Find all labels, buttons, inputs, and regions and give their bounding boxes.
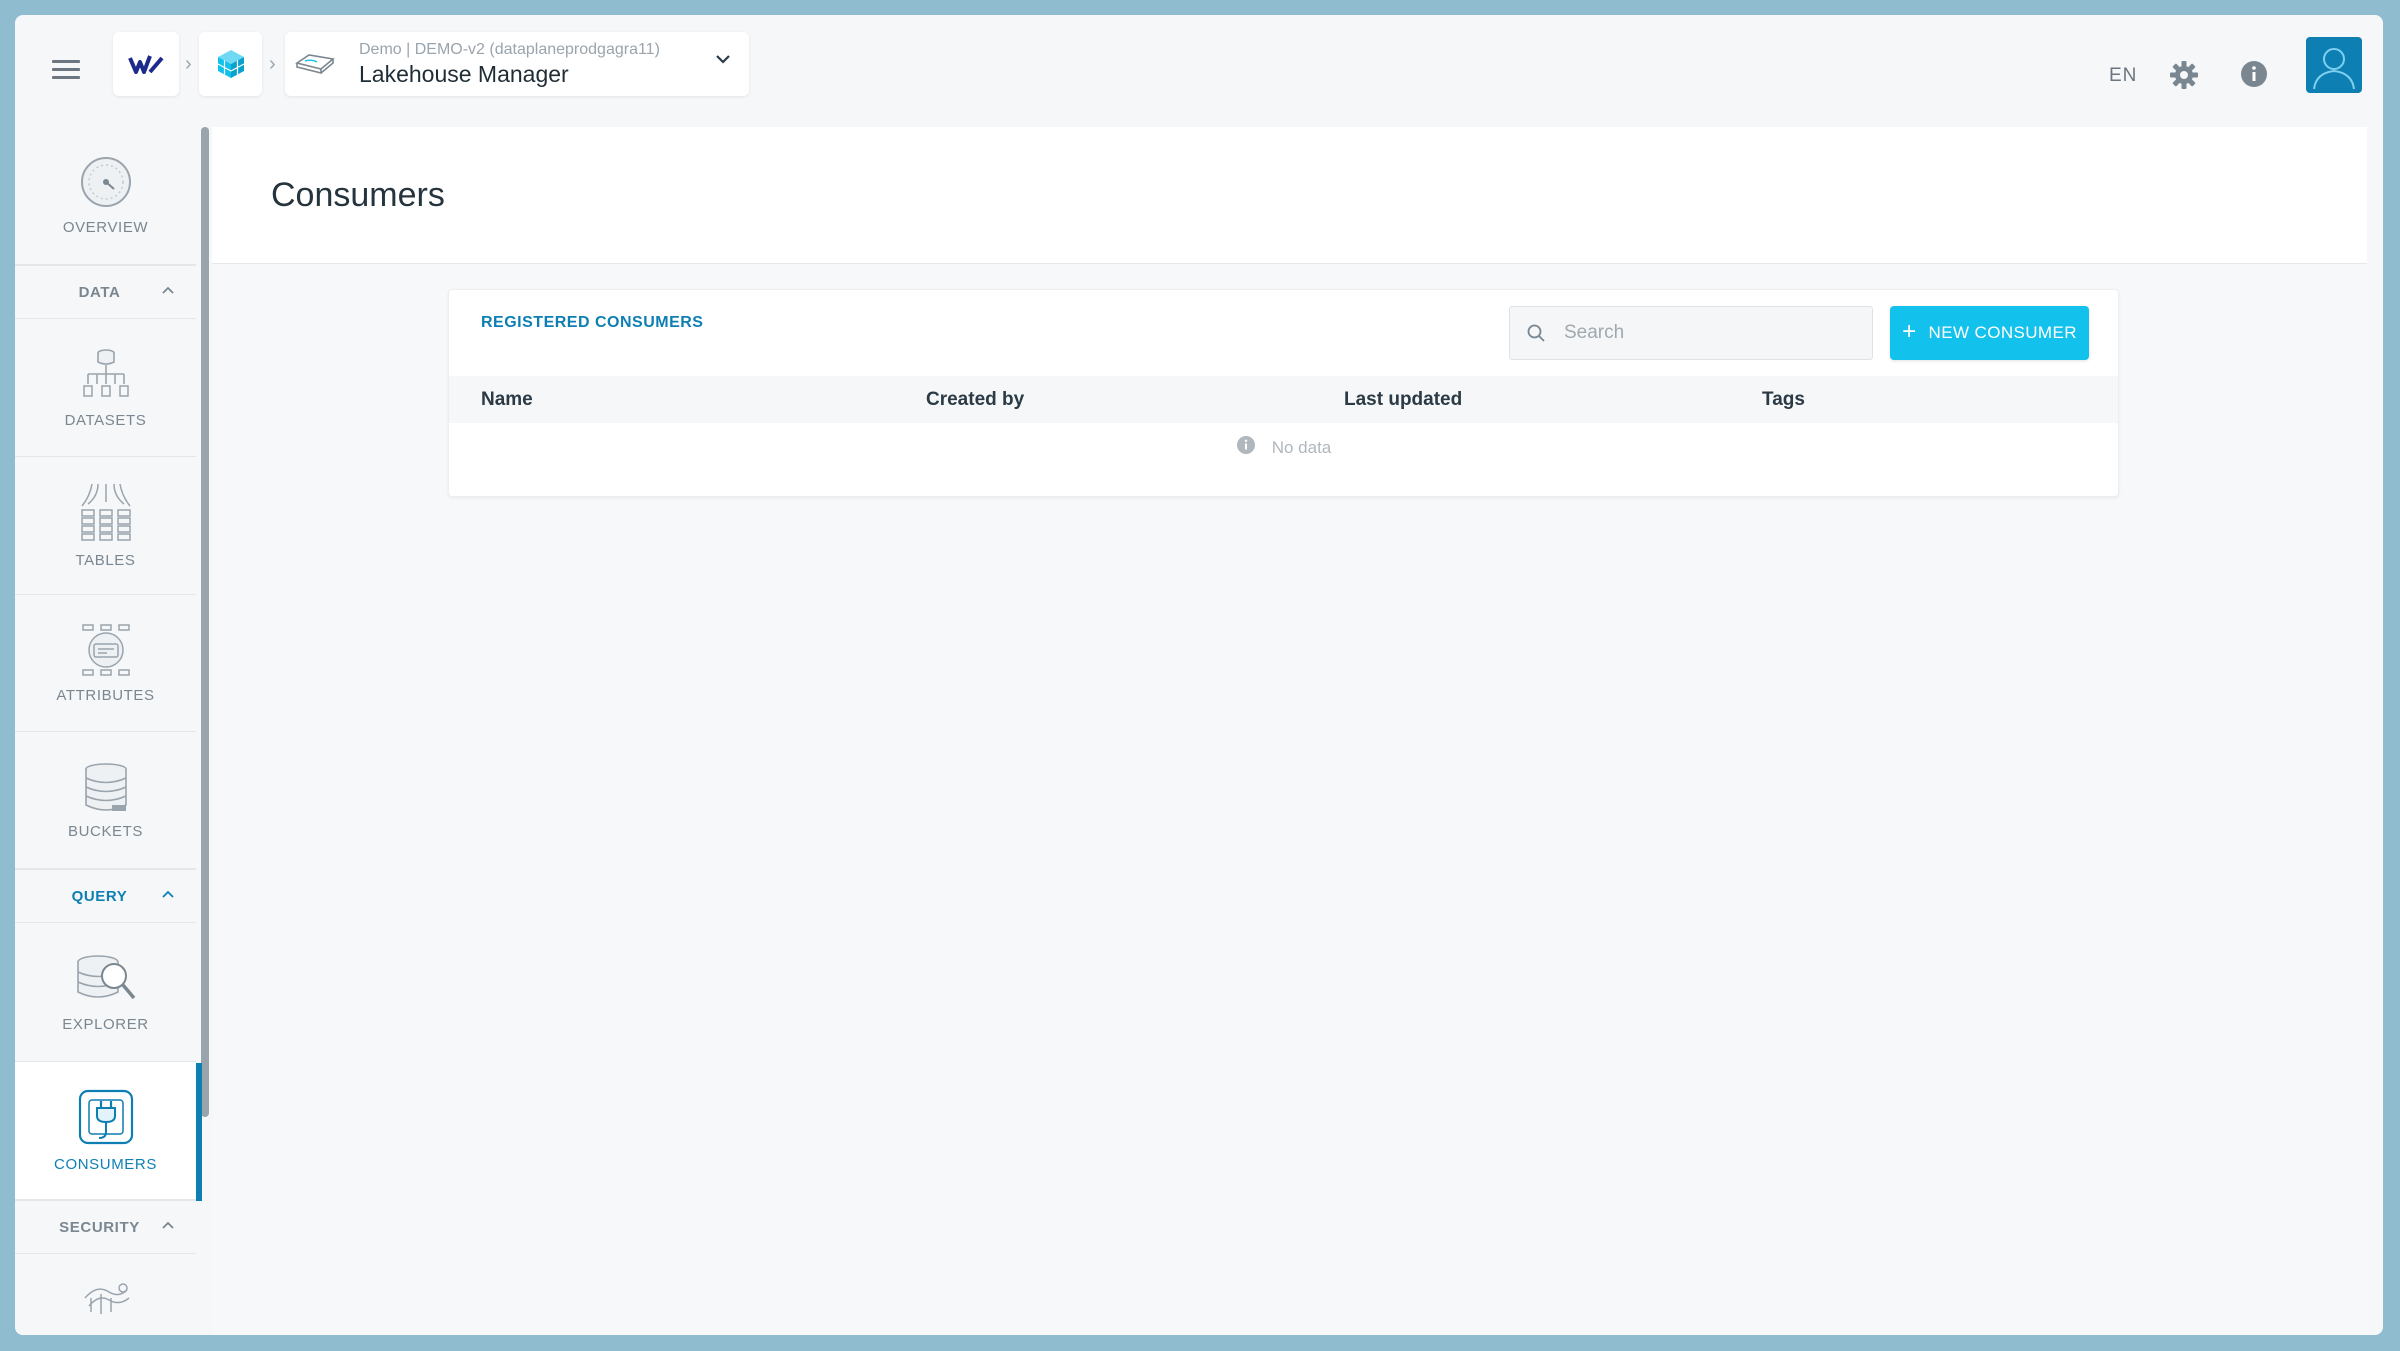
search-icon <box>1527 324 1545 342</box>
app-switcher-dropdown[interactable]: Demo | DEMO-v2 (dataplaneprodgagra11) La… <box>285 32 749 96</box>
sidebar-item-label: EXPLORER <box>62 1015 149 1033</box>
sidebar-item-label: OVERVIEW <box>62 219 149 236</box>
empty-state: No data <box>449 436 2118 458</box>
section-query[interactable]: QUERY <box>15 869 196 923</box>
column-header-created-by[interactable]: Created by <box>926 389 1024 411</box>
search-box <box>1509 306 1873 360</box>
new-consumer-label: NEW CONSUMER <box>1928 323 2077 342</box>
sidebar: OVERVIEW DATA DATASETS TABLES ATTRIBUTES… <box>15 127 196 1335</box>
sidebar-item-label: BUCKETS <box>67 822 144 840</box>
database-icon <box>84 762 127 811</box>
chevron-up-icon <box>162 286 174 294</box>
table-header: Name Created by Last updated Tags <box>449 376 2118 423</box>
lakehouse-icon <box>295 54 335 75</box>
chevron-up-icon <box>162 890 174 898</box>
cube-icon <box>217 50 244 78</box>
user-avatar[interactable] <box>2306 37 2362 93</box>
sidebar-item-label: TABLES <box>75 552 136 569</box>
consumers-card: REGISTERED CONSUMERS + NEW CONSUMER Name… <box>448 289 2119 497</box>
sidebar-item-attributes[interactable]: ATTRIBUTES <box>15 595 196 732</box>
gear-icon[interactable] <box>2168 59 2200 91</box>
sidebar-item-tables[interactable]: TABLES <box>15 457 196 595</box>
menu-icon[interactable] <box>52 60 80 82</box>
sidebar-item-consumers[interactable]: CONSUMERS <box>15 1062 196 1200</box>
user-icon <box>2313 48 2355 90</box>
sidebar-item-label: CONSUMERS <box>54 1156 157 1173</box>
page-header: Consumers <box>212 127 2367 264</box>
section-data[interactable]: DATA <box>15 265 196 319</box>
home-logo-button[interactable] <box>113 32 179 96</box>
search-input[interactable] <box>1564 322 1854 344</box>
card-title: REGISTERED CONSUMERS <box>481 314 704 331</box>
breadcrumb-separator-icon: › <box>269 53 276 75</box>
environment-label: Demo | DEMO-v2 (dataplaneprodgagra11) <box>359 40 660 58</box>
app-title: Lakehouse Manager <box>359 60 569 87</box>
chevron-down-icon <box>716 55 730 64</box>
section-title: QUERY <box>71 887 128 905</box>
attributes-icon <box>81 623 130 676</box>
sidebar-item-datasets[interactable]: DATASETS <box>15 319 196 457</box>
brand-logo-icon <box>128 55 164 74</box>
sidebar-item-buckets[interactable]: BUCKETS <box>15 732 196 869</box>
empty-text: No data <box>1271 438 1332 457</box>
tables-icon <box>80 483 131 541</box>
info-icon <box>1236 436 1255 454</box>
security-icon <box>83 1283 129 1314</box>
explorer-icon <box>76 954 135 999</box>
language-selector[interactable]: EN <box>2109 65 2137 87</box>
info-icon[interactable] <box>2239 59 2269 89</box>
column-header-last-updated[interactable]: Last updated <box>1344 389 1462 411</box>
sidebar-item-explorer[interactable]: EXPLORER <box>15 923 196 1062</box>
breadcrumb-separator-icon: › <box>185 53 192 75</box>
main-content: Consumers REGISTERED CONSUMERS + NEW CON… <box>212 127 2367 1335</box>
page-title: Consumers <box>271 175 445 214</box>
gauge-icon <box>80 157 131 207</box>
section-title: DATA <box>78 283 121 301</box>
column-header-tags[interactable]: Tags <box>1762 389 1805 411</box>
platform-button[interactable] <box>199 32 262 96</box>
column-header-name[interactable]: Name <box>481 389 533 411</box>
sidebar-item-label: DATASETS <box>64 412 147 429</box>
app-window: › › Demo | DEMO-v2 (dataplaneprodgagra11… <box>15 15 2383 1335</box>
section-security[interactable]: SECURITY <box>15 1200 196 1254</box>
section-title: SECURITY <box>59 1218 140 1236</box>
new-consumer-button[interactable]: + NEW CONSUMER <box>1890 306 2089 360</box>
sidebar-item-security-partial[interactable] <box>15 1254 196 1335</box>
sidebar-item-label: ATTRIBUTES <box>56 686 155 704</box>
sidebar-item-overview[interactable]: OVERVIEW <box>15 127 196 265</box>
datasets-icon <box>82 349 129 397</box>
chevron-up-icon <box>162 1221 174 1229</box>
active-indicator <box>196 1063 202 1201</box>
top-bar: › › Demo | DEMO-v2 (dataplaneprodgagra11… <box>15 15 2383 127</box>
plug-icon <box>78 1089 133 1145</box>
sidebar-scrollbar[interactable] <box>201 127 209 1117</box>
plus-icon: + <box>1902 317 1917 345</box>
